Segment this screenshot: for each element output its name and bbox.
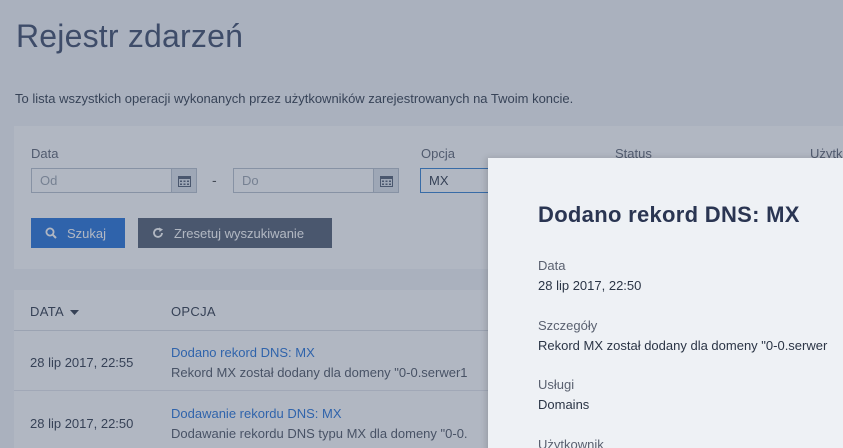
- detail-details-value: Rekord MX został dodany dla domeny "0-0.…: [538, 338, 828, 353]
- detail-details-label: Szczegóły: [538, 318, 598, 333]
- event-detail-panel: Dodano rekord DNS: MX Data 28 lip 2017, …: [488, 158, 843, 448]
- detail-services-label: Usługi: [538, 377, 575, 392]
- detail-services-value: Domains: [538, 397, 590, 412]
- detail-title: Dodano rekord DNS: MX: [538, 202, 800, 227]
- detail-date-label: Data: [538, 258, 566, 273]
- detail-user-label: Użytkownik: [538, 437, 604, 448]
- detail-date-value: 28 lip 2017, 22:50: [538, 278, 642, 293]
